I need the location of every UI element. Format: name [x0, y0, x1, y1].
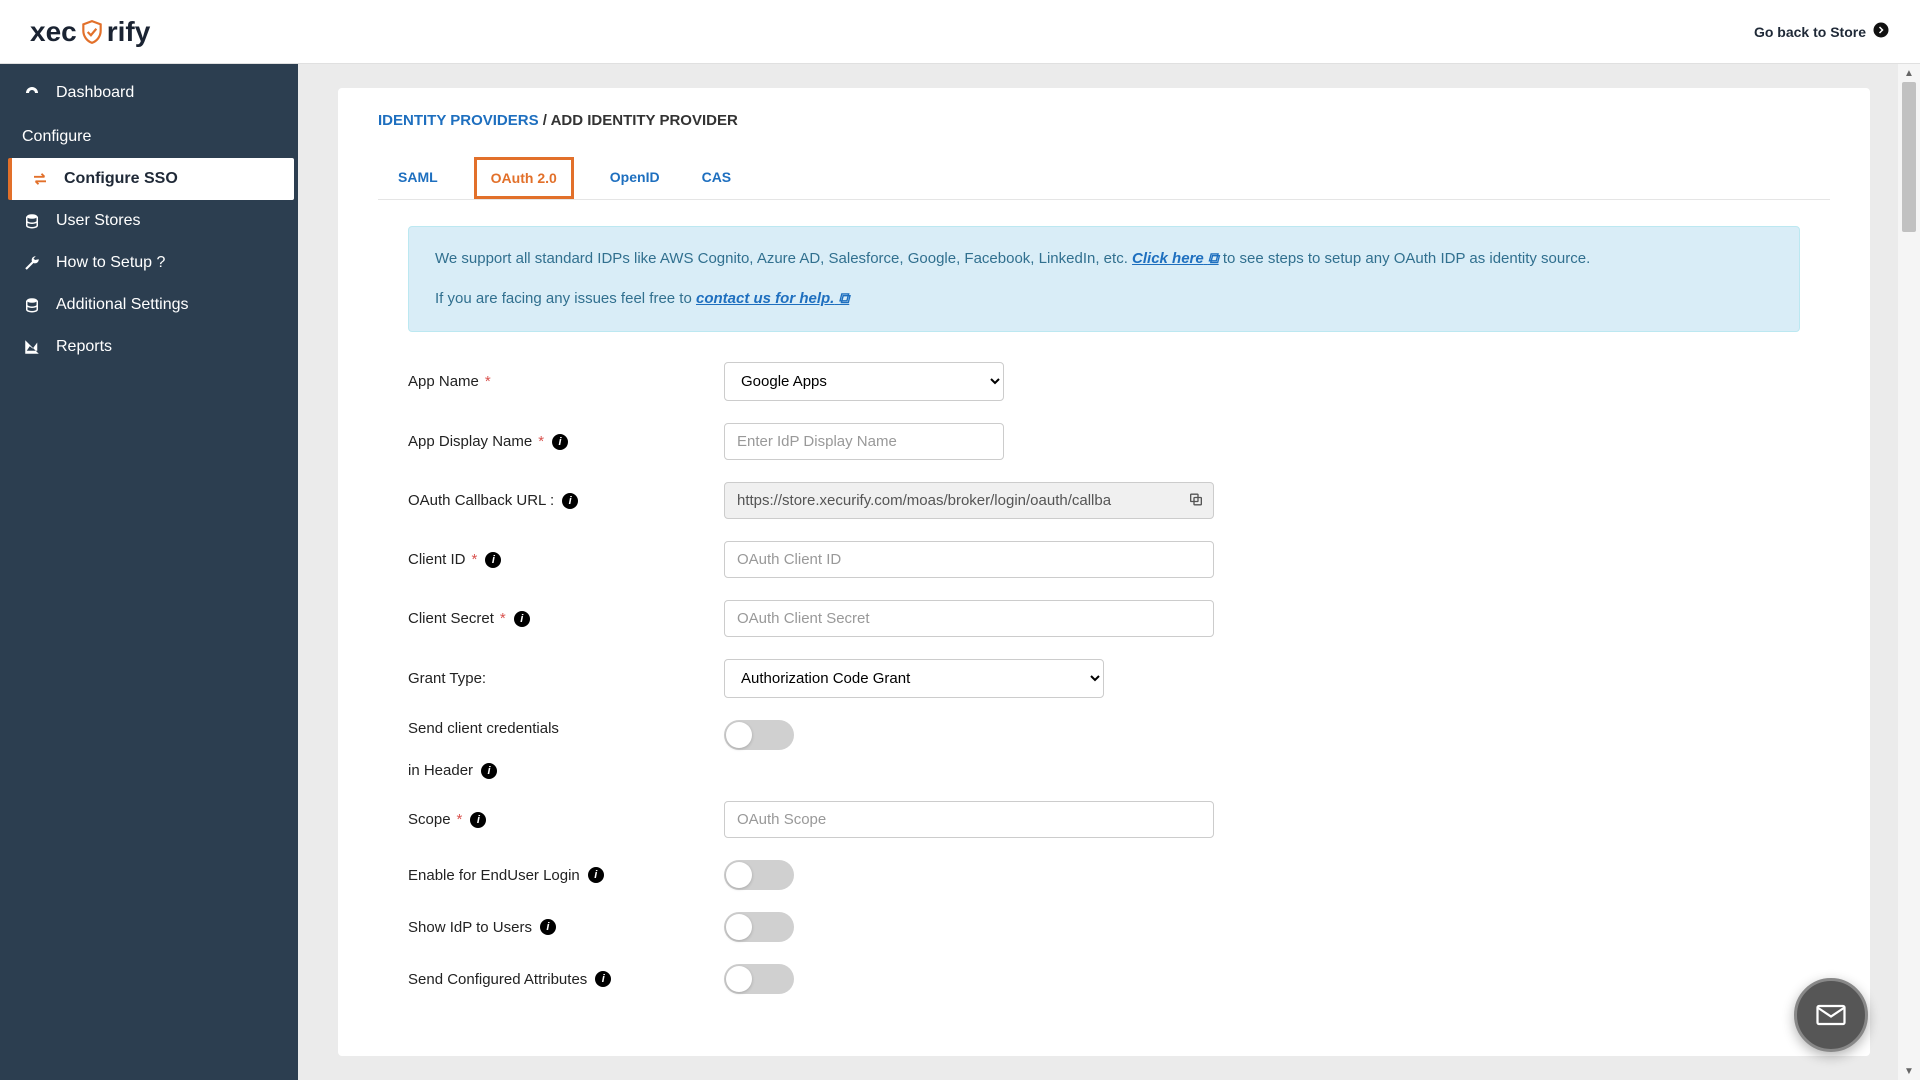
show-idp-label: Show IdP to Users i — [408, 919, 724, 936]
send-credentials-header-label-2: in Header i — [408, 762, 724, 779]
scope-label: Scope* i — [408, 811, 724, 828]
show-idp-toggle[interactable] — [724, 912, 794, 942]
info-text: We support all standard IDPs like AWS Co… — [435, 250, 1132, 267]
breadcrumb-root-link[interactable]: IDENTITY PROVIDERS — [378, 112, 539, 129]
external-link-icon: ⧉ — [839, 290, 850, 307]
sidebar-label: Dashboard — [56, 84, 134, 102]
wrench-icon — [22, 254, 42, 272]
click-here-link[interactable]: Click here ⧉ — [1132, 250, 1219, 267]
scroll-up-arrow-icon[interactable]: ▲ — [1902, 66, 1916, 80]
tabs: SAML OAuth 2.0 OpenID CAS — [378, 157, 1830, 200]
contact-us-link[interactable]: contact us for help. ⧉ — [696, 290, 849, 307]
database-icon — [22, 212, 42, 230]
external-link-icon: ⧉ — [1208, 250, 1219, 267]
sidebar-label: User Stores — [56, 212, 140, 230]
sidebar-label: Additional Settings — [56, 296, 189, 314]
contact-fab[interactable] — [1794, 978, 1868, 1052]
display-name-label: App Display Name* i — [408, 433, 724, 450]
info-icon[interactable]: i — [588, 867, 604, 883]
client-id-input[interactable] — [724, 541, 1214, 578]
client-secret-label: Client Secret* i — [408, 610, 724, 627]
copy-icon[interactable] — [1188, 491, 1204, 510]
display-name-input[interactable] — [724, 423, 1004, 460]
callback-url-input[interactable] — [724, 482, 1214, 519]
exchange-icon — [30, 170, 50, 188]
info-alert: We support all standard IDPs like AWS Co… — [408, 226, 1800, 332]
mail-icon — [1813, 997, 1849, 1033]
callback-url-label: OAuth Callback URL :i — [408, 492, 724, 509]
form: App Name* Google Apps App Display Name* … — [378, 362, 1830, 994]
chart-area-icon — [22, 338, 42, 356]
send-attributes-toggle[interactable] — [724, 964, 794, 994]
breadcrumb-current: ADD IDENTITY PROVIDER — [551, 112, 738, 129]
info-text: to see steps to setup any OAuth IDP as i… — [1223, 250, 1590, 267]
info-icon[interactable]: i — [595, 971, 611, 987]
gauge-icon — [22, 84, 42, 102]
back-to-store-link[interactable]: Go back to Store — [1754, 21, 1890, 42]
back-to-store-label: Go back to Store — [1754, 24, 1866, 40]
info-text: If you are facing any issues feel free t… — [435, 290, 696, 307]
app-name-label: App Name* — [408, 373, 724, 390]
info-icon[interactable]: i — [470, 812, 486, 828]
tab-cas[interactable]: CAS — [696, 157, 738, 199]
info-icon[interactable]: i — [485, 552, 501, 568]
database-icon — [22, 296, 42, 314]
scrollbar[interactable]: ▲ ▼ — [1898, 64, 1920, 1080]
client-secret-input[interactable] — [724, 600, 1214, 637]
sidebar-item-reports[interactable]: Reports — [0, 326, 298, 368]
info-icon[interactable]: i — [540, 919, 556, 935]
sidebar-section-label: Configure — [22, 128, 91, 146]
sidebar-item-how-to-setup[interactable]: How to Setup ? — [0, 242, 298, 284]
send-credentials-header-toggle[interactable] — [724, 720, 794, 750]
sidebar-label: Configure SSO — [64, 170, 178, 188]
breadcrumb: IDENTITY PROVIDERS / ADD IDENTITY PROVID… — [378, 112, 1830, 129]
info-icon[interactable]: i — [481, 763, 497, 779]
card: IDENTITY PROVIDERS / ADD IDENTITY PROVID… — [338, 88, 1870, 1056]
logo-text-prefix: xec — [30, 16, 77, 48]
sidebar: Dashboard Configure Configure SSO User S… — [0, 64, 298, 1080]
info-icon[interactable]: i — [514, 611, 530, 627]
enable-enduser-toggle[interactable] — [724, 860, 794, 890]
scope-input[interactable] — [724, 801, 1214, 838]
grant-type-select[interactable]: Authorization Code Grant — [724, 659, 1104, 698]
app-name-select[interactable]: Google Apps — [724, 362, 1004, 401]
enable-enduser-label: Enable for EndUser Login i — [408, 867, 724, 884]
client-id-label: Client ID* i — [408, 551, 724, 568]
logo: xec rify — [30, 16, 150, 48]
logo-text-suffix: rify — [107, 16, 151, 48]
sidebar-label: How to Setup ? — [56, 254, 165, 272]
sidebar-section-configure: Configure — [0, 114, 298, 158]
grant-type-label: Grant Type: — [408, 670, 724, 687]
scroll-down-arrow-icon[interactable]: ▼ — [1902, 1064, 1916, 1078]
topbar: xec rify Go back to Store — [0, 0, 1920, 64]
chevron-right-circle-icon — [1872, 21, 1890, 42]
shield-check-icon — [79, 19, 105, 45]
send-credentials-header-label: Send client credentials — [408, 720, 724, 737]
scrollbar-thumb[interactable] — [1902, 82, 1916, 232]
sidebar-item-dashboard[interactable]: Dashboard — [0, 72, 298, 114]
sidebar-label: Reports — [56, 338, 112, 356]
tab-oauth[interactable]: OAuth 2.0 — [474, 157, 574, 199]
sidebar-item-configure-sso[interactable]: Configure SSO — [8, 158, 294, 200]
tab-openid[interactable]: OpenID — [604, 157, 666, 199]
sidebar-item-additional-settings[interactable]: Additional Settings — [0, 284, 298, 326]
tab-saml[interactable]: SAML — [392, 157, 444, 199]
sidebar-item-user-stores[interactable]: User Stores — [0, 200, 298, 242]
info-icon[interactable]: i — [552, 434, 568, 450]
send-attributes-label: Send Configured Attributesi — [408, 971, 724, 988]
info-icon[interactable]: i — [562, 493, 578, 509]
breadcrumb-separator: / — [543, 112, 547, 129]
main-content: IDENTITY PROVIDERS / ADD IDENTITY PROVID… — [298, 64, 1920, 1080]
